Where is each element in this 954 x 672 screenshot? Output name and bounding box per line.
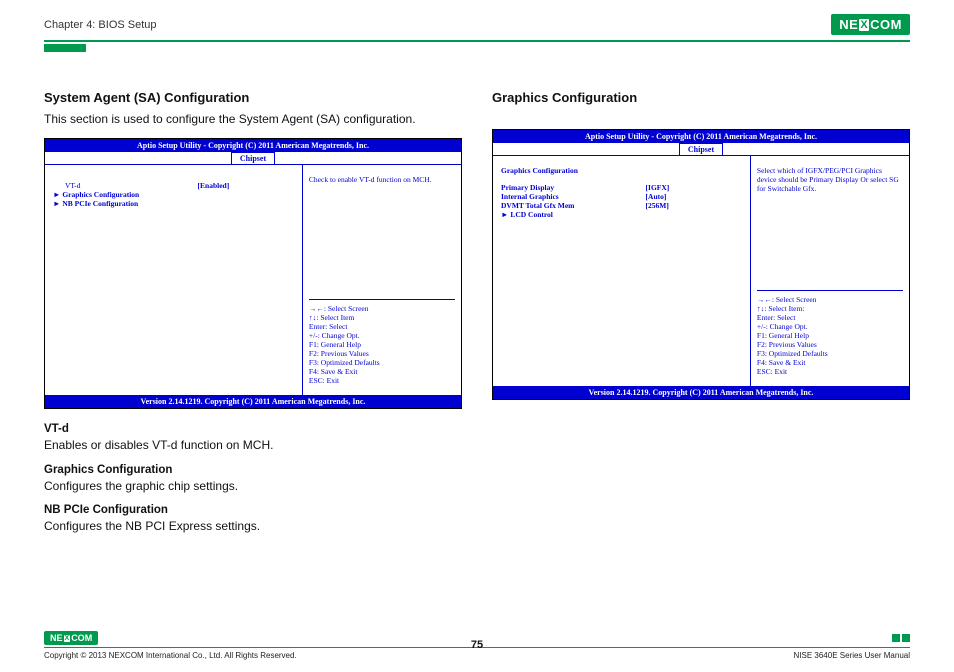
sub-nbpcie-title: NB PCIe Configuration — [44, 504, 462, 516]
bios-item-vtd-value: [Enabled] — [198, 181, 294, 190]
bios-hint: F1: General Help — [757, 331, 903, 340]
bios-key-hints: →←: Select Screen ↑↓: Select Item: Enter… — [757, 290, 903, 376]
bios-header: Aptio Setup Utility - Copyright (C) 2011… — [493, 130, 909, 143]
bios-hint: +/-: Change Opt. — [757, 322, 903, 331]
logo-part-x: X — [859, 19, 869, 31]
bios-item-graphics-config: Graphics Configuration — [53, 190, 198, 199]
bios-item-primary-display-value: [IGFX] — [646, 183, 742, 192]
bios-hint: ↑↓: Select Item — [309, 313, 455, 322]
bios-item-primary-display: Primary Display — [501, 183, 646, 192]
bios-item-internal-graphics-value: [Auto] — [646, 192, 742, 201]
logo-part-right: COM — [870, 17, 902, 32]
bios-left-pane: VT-d [Enabled] Graphics Configuration NB… — [45, 165, 303, 395]
bios-item-dvmt: DVMT Total Gfx Mem — [501, 201, 646, 210]
bios-hint: →←: Select Screen — [757, 295, 903, 304]
bios-hint: F2: Previous Values — [309, 349, 455, 358]
bios-help-text: Select which of IGFX/PEG/PCI Graphics de… — [757, 166, 903, 193]
bios-hint: F4: Save & Exit — [757, 358, 903, 367]
bios-hint: ESC: Exit — [757, 367, 903, 376]
header-accent-block — [44, 44, 86, 52]
bios-hint: ESC: Exit — [309, 376, 455, 385]
footer-logo: NE X COM — [44, 631, 98, 645]
sa-config-heading: System Agent (SA) Configuration — [44, 90, 462, 105]
bios-hint: F1: General Help — [309, 340, 455, 349]
sa-config-desc: This section is used to configure the Sy… — [44, 111, 462, 128]
bios-screenshot-sa: Aptio Setup Utility - Copyright (C) 2011… — [44, 138, 462, 409]
bios-left-pane: Graphics Configuration Primary Display [… — [493, 156, 751, 386]
bios-screenshot-gfx: Aptio Setup Utility - Copyright (C) 2011… — [492, 129, 910, 400]
bios-item-internal-graphics: Internal Graphics — [501, 192, 646, 201]
bios-header: Aptio Setup Utility - Copyright (C) 2011… — [45, 139, 461, 152]
bios-key-hints: →←: Select Screen ↑↓: Select Item Enter:… — [309, 299, 455, 385]
bios-footer: Version 2.14.1219. Copyright (C) 2011 Am… — [493, 386, 909, 399]
bios-hint: F3: Optimized Defaults — [309, 358, 455, 367]
bios-section-heading: Graphics Configuration — [501, 166, 742, 175]
footer-accent-blocks — [892, 634, 910, 642]
sub-nbpcie-desc: Configures the NB PCI Express settings. — [44, 518, 462, 535]
accent-block — [892, 634, 900, 642]
sub-gfx-desc: Configures the graphic chip settings. — [44, 478, 462, 495]
bios-item-dvmt-value: [256M] — [646, 201, 742, 210]
logo-part-x: X — [64, 635, 71, 642]
bios-hint: F3: Optimized Defaults — [757, 349, 903, 358]
logo-part-right: COM — [71, 633, 92, 643]
bios-tab-chipset: Chipset — [679, 143, 723, 155]
bios-item-vtd: VT-d — [53, 181, 198, 190]
bios-tab-bar: Chipset — [45, 152, 461, 165]
copyright-text: Copyright © 2013 NEXCOM International Co… — [44, 651, 297, 660]
bios-item-lcd-control: LCD Control — [501, 210, 646, 219]
bios-help-text: Check to enable VT-d function on MCH. — [309, 175, 455, 184]
bios-hint: Enter: Select — [757, 313, 903, 322]
manual-title: NISE 3640E Series User Manual — [794, 651, 911, 660]
bios-hint: F4: Save & Exit — [309, 367, 455, 376]
bios-tab-chipset: Chipset — [231, 152, 275, 164]
sub-vtd-desc: Enables or disables VT-d function on MCH… — [44, 437, 462, 454]
page-footer: NE X COM 75 Copyright © 2013 NEXCOM Inte… — [44, 631, 910, 660]
logo-part-left: NE — [839, 17, 858, 32]
bios-hint: +/-: Change Opt. — [309, 331, 455, 340]
logo-part-left: NE — [50, 633, 63, 643]
bios-item-nb-pcie: NB PCIe Configuration — [53, 199, 198, 208]
chapter-label: Chapter 4: BIOS Setup — [44, 19, 157, 31]
header-rule — [44, 40, 910, 42]
sub-gfx-title: Graphics Configuration — [44, 464, 462, 476]
bios-hint: Enter: Select — [309, 322, 455, 331]
brand-logo: NE X COM — [831, 14, 910, 35]
bios-hint: →←: Select Screen — [309, 304, 455, 313]
bios-tab-bar: Chipset — [493, 143, 909, 156]
accent-block — [902, 634, 910, 642]
bios-hint: ↑↓: Select Item: — [757, 304, 903, 313]
bios-hint: F2: Previous Values — [757, 340, 903, 349]
page-number: 75 — [44, 639, 910, 651]
bios-footer: Version 2.14.1219. Copyright (C) 2011 Am… — [45, 395, 461, 408]
sub-vtd-title: VT-d — [44, 423, 462, 435]
gfx-config-heading: Graphics Configuration — [492, 90, 910, 105]
